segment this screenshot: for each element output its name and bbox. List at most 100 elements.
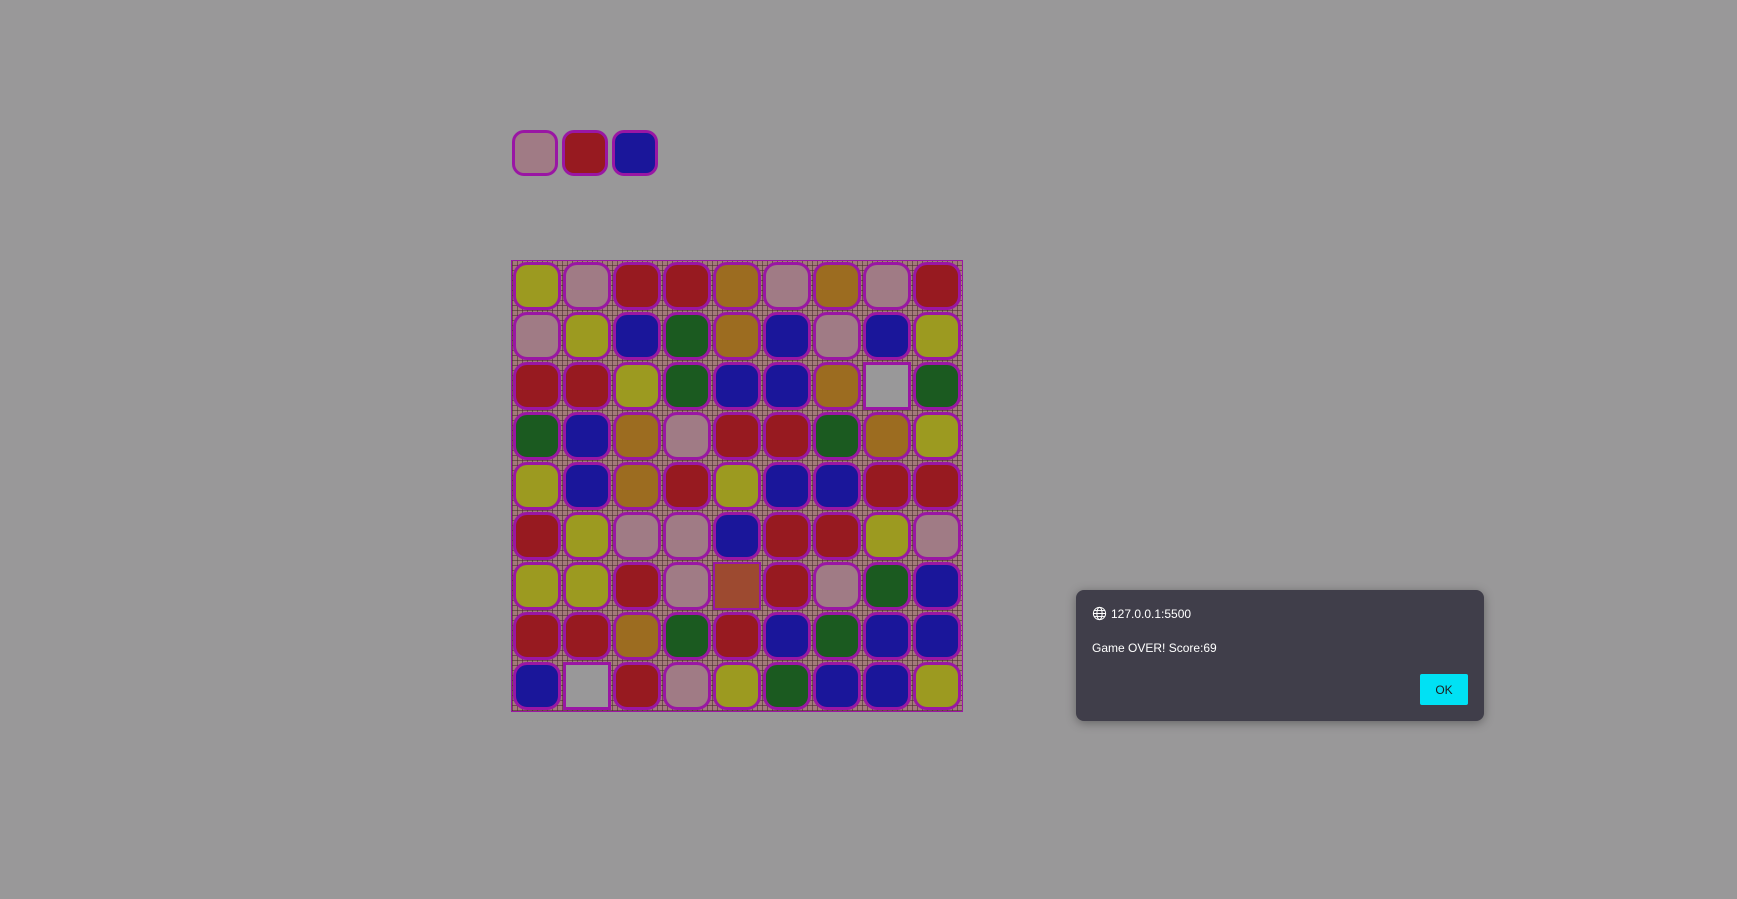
yellow-ball[interactable] [613,362,661,410]
orange-ball[interactable] [713,262,761,310]
pink-ball[interactable] [763,262,811,310]
board-cell[interactable] [562,561,612,611]
orange-ball[interactable] [713,312,761,360]
board-cell[interactable] [862,311,912,361]
board-cell[interactable] [762,611,812,661]
orange-ball[interactable] [813,262,861,310]
board-cell[interactable] [762,411,812,461]
board-cell[interactable] [562,661,612,711]
ok-button[interactable]: OK [1420,674,1468,705]
board-cell[interactable] [612,261,662,311]
red-ball[interactable] [713,412,761,460]
board-cell[interactable] [662,311,712,361]
board-cell[interactable] [762,261,812,311]
board-cell[interactable] [512,461,562,511]
blue-ball[interactable] [563,412,611,460]
yellow-ball[interactable] [513,262,561,310]
yellow-ball[interactable] [563,562,611,610]
pink-ball[interactable] [813,562,861,610]
red-ball[interactable] [663,462,711,510]
board-cell[interactable] [862,611,912,661]
board-cell[interactable] [562,261,612,311]
red-ball[interactable] [513,362,561,410]
board-cell[interactable] [512,311,562,361]
empty-cell[interactable] [563,662,611,710]
red-ball[interactable] [763,512,811,560]
board-cell[interactable] [512,511,562,561]
yellow-ball[interactable] [913,662,961,710]
blue-ball[interactable] [863,612,911,660]
board-cell[interactable] [562,411,612,461]
board-cell[interactable] [912,661,962,711]
red-ball[interactable] [813,512,861,560]
board-cell[interactable] [912,361,962,411]
board-cell[interactable] [862,561,912,611]
board-cell[interactable] [862,661,912,711]
board-cell[interactable] [812,611,862,661]
green-ball[interactable] [663,612,711,660]
red-ball[interactable] [613,262,661,310]
blue-ball[interactable] [763,312,811,360]
yellow-ball[interactable] [513,462,561,510]
orange-ball[interactable] [813,362,861,410]
board-cell[interactable] [812,661,862,711]
yellow-ball[interactable] [713,462,761,510]
board-cell[interactable] [562,511,612,561]
pink-ball[interactable] [813,312,861,360]
board-cell[interactable] [812,511,862,561]
blue-ball[interactable] [913,612,961,660]
board-cell[interactable] [562,361,612,411]
board-cell[interactable] [812,461,862,511]
board-cell[interactable] [662,661,712,711]
red-ball[interactable] [913,262,961,310]
board-cell[interactable] [712,611,762,661]
red-ball[interactable] [563,612,611,660]
board-cell[interactable] [862,461,912,511]
board-cell[interactable] [562,311,612,361]
red-ball[interactable] [763,562,811,610]
blue-ball[interactable] [763,362,811,410]
red-ball[interactable] [513,512,561,560]
red-ball[interactable] [763,412,811,460]
pink-ball[interactable] [663,662,711,710]
pink-ball[interactable] [863,262,911,310]
board-cell[interactable] [712,461,762,511]
blue-ball[interactable] [863,662,911,710]
board-cell[interactable] [762,461,812,511]
pink-ball[interactable] [563,262,611,310]
board-cell[interactable] [612,311,662,361]
board-cell[interactable] [612,511,662,561]
orange-ball[interactable] [613,612,661,660]
selected-ball[interactable] [713,562,761,610]
board-cell[interactable] [762,311,812,361]
red-ball[interactable] [863,462,911,510]
yellow-ball[interactable] [713,662,761,710]
board-cell[interactable] [712,361,762,411]
orange-ball[interactable] [613,462,661,510]
board-cell[interactable] [612,561,662,611]
yellow-ball[interactable] [913,312,961,360]
board-cell[interactable] [862,361,912,411]
board-cell[interactable] [912,461,962,511]
board-cell[interactable] [812,561,862,611]
board-cell[interactable] [562,611,612,661]
blue-ball[interactable] [763,462,811,510]
board-cell[interactable] [912,411,962,461]
board-cell[interactable] [912,261,962,311]
yellow-ball[interactable] [563,512,611,560]
board-cell[interactable] [862,511,912,561]
board-cell[interactable] [562,461,612,511]
orange-ball[interactable] [613,412,661,460]
red-ball[interactable] [513,612,561,660]
board-cell[interactable] [812,261,862,311]
board-cell[interactable] [512,261,562,311]
red-ball[interactable] [563,362,611,410]
board-cell[interactable] [512,361,562,411]
board-cell[interactable] [662,461,712,511]
board-cell[interactable] [762,561,812,611]
blue-ball[interactable] [613,312,661,360]
pink-ball[interactable] [663,412,711,460]
board-cell[interactable] [812,311,862,361]
board-cell[interactable] [612,411,662,461]
red-ball[interactable] [713,612,761,660]
